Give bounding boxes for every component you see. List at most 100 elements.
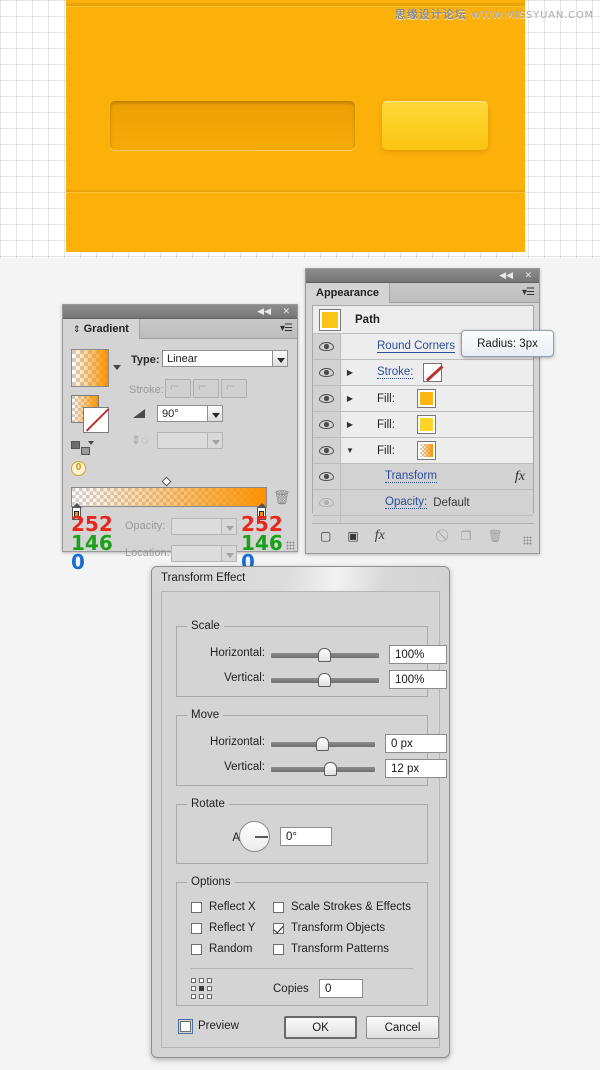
appearance-row-stroke[interactable]: ▶ Stroke: bbox=[313, 360, 533, 386]
random-checkbox[interactable] bbox=[191, 944, 202, 955]
opacity-link[interactable]: Opacity: bbox=[385, 496, 427, 509]
transform-link[interactable]: Transform bbox=[385, 470, 437, 483]
stroke-gradient-along-icon[interactable]: ⌐ bbox=[193, 379, 219, 398]
fill-gradient-swatch[interactable] bbox=[417, 441, 436, 460]
transform-objects-checkbox[interactable] bbox=[273, 923, 284, 934]
visibility-toggle[interactable] bbox=[313, 412, 341, 437]
disclosure-triangle-icon[interactable]: ▶ bbox=[341, 394, 359, 403]
panel-resize-grip[interactable] bbox=[286, 541, 295, 550]
copies-input[interactable]: 0 bbox=[319, 979, 363, 998]
move-horizontal-input[interactable]: 0 px bbox=[385, 734, 447, 753]
stroke-link[interactable]: Stroke: bbox=[377, 366, 413, 379]
collapse-icon[interactable]: ◀◀ bbox=[257, 306, 271, 318]
visibility-toggle[interactable] bbox=[313, 490, 341, 515]
delete-item-icon[interactable]: 🗑 bbox=[488, 529, 503, 543]
move-horizontal-slider-thumb[interactable] bbox=[316, 737, 329, 751]
reflect-x-checkbox[interactable] bbox=[191, 902, 202, 913]
yellow-button-shape[interactable] bbox=[382, 101, 488, 150]
scale-strokes-checkbox[interactable] bbox=[273, 902, 284, 913]
disclosure-triangle-icon[interactable]: ▶ bbox=[341, 420, 359, 429]
chevron-down-icon-small[interactable] bbox=[88, 441, 94, 445]
stroke-gradient-within-icon[interactable]: ⌐ bbox=[165, 379, 191, 398]
gradient-ramp[interactable] bbox=[71, 487, 267, 507]
angle-dial[interactable] bbox=[239, 821, 270, 852]
collapse-icon[interactable]: ◀◀ bbox=[499, 270, 513, 282]
fill-stroke-selector[interactable] bbox=[71, 395, 113, 435]
visibility-toggle[interactable] bbox=[313, 360, 341, 385]
scale-vertical-input[interactable]: 100% bbox=[389, 670, 447, 689]
stroke-gradient-across-icon[interactable]: ⌐ bbox=[221, 379, 247, 398]
transform-effect-dialog[interactable]: Transform Effect Scale Horizontal: 100% … bbox=[151, 566, 450, 1058]
panel-resize-grip[interactable] bbox=[523, 536, 532, 545]
appearance-panel[interactable]: ◀◀ ✕ Appearance ▾☰ Path Round Corners ▶ … bbox=[305, 268, 540, 554]
fill-swatch[interactable] bbox=[417, 415, 436, 434]
scale-horizontal-input[interactable]: 100% bbox=[389, 645, 447, 664]
preview-checkbox[interactable] bbox=[180, 1021, 191, 1032]
visibility-toggle[interactable] bbox=[313, 464, 341, 489]
tab-appearance[interactable]: Appearance bbox=[306, 283, 390, 303]
add-new-stroke-icon[interactable]: ▢ bbox=[320, 529, 331, 543]
linear-gradient-icon[interactable] bbox=[71, 441, 80, 449]
reflect-y-row[interactable]: Reflect Y bbox=[191, 922, 255, 934]
disclosure-triangle-icon[interactable]: ▶ bbox=[341, 368, 359, 377]
gradient-midpoint-handle[interactable] bbox=[162, 477, 172, 487]
visibility-toggle[interactable] bbox=[313, 438, 341, 463]
chevron-down-icon[interactable] bbox=[272, 350, 288, 367]
gradient-angle-input[interactable]: 90° bbox=[157, 405, 223, 422]
gradient-slider[interactable] bbox=[71, 487, 267, 507]
dialog-titlebar[interactable]: Transform Effect bbox=[152, 567, 449, 591]
ok-button[interactable]: OK bbox=[284, 1016, 357, 1039]
visibility-toggle[interactable] bbox=[313, 386, 341, 411]
close-icon[interactable]: ✕ bbox=[524, 270, 532, 282]
appearance-row-opacity-nested[interactable]: Opacity: Default bbox=[313, 490, 533, 516]
reflect-y-checkbox[interactable] bbox=[191, 923, 202, 934]
gradient-preview-swatch[interactable] bbox=[71, 349, 109, 387]
move-vertical-input[interactable]: 12 px bbox=[385, 759, 447, 778]
add-new-fill-icon[interactable]: ▣ bbox=[347, 529, 358, 543]
chevron-down-icon[interactable] bbox=[113, 365, 121, 370]
inset-search-field-shape[interactable] bbox=[110, 101, 355, 150]
appearance-panel-footer[interactable]: ▢ ▣ fx ⃠ ❐ 🗑 bbox=[312, 523, 534, 547]
appearance-row-transform[interactable]: Transform fx bbox=[313, 464, 533, 490]
gradient-panel-titlebar[interactable]: ◀◀ ✕ bbox=[63, 305, 297, 319]
reflect-x-row[interactable]: Reflect X bbox=[191, 901, 256, 913]
appearance-row-fill-3[interactable]: ▼ Fill: bbox=[313, 438, 533, 464]
appearance-row-fill-2[interactable]: ▶ Fill: bbox=[313, 412, 533, 438]
gradient-type-icons[interactable] bbox=[71, 441, 95, 457]
transform-patterns-checkbox[interactable] bbox=[273, 944, 284, 955]
preview-row[interactable]: Preview bbox=[180, 1020, 239, 1032]
visibility-toggle[interactable] bbox=[313, 334, 341, 359]
delete-stop-icon[interactable]: 🗑 bbox=[273, 489, 291, 506]
panel-menu-icon[interactable]: ▾☰ bbox=[280, 322, 293, 335]
add-new-effect-icon[interactable]: fx bbox=[375, 528, 385, 544]
transform-patterns-row[interactable]: Transform Patterns bbox=[273, 943, 389, 955]
appearance-panel-titlebar[interactable]: ◀◀ ✕ bbox=[306, 269, 539, 283]
scale-horizontal-slider-thumb[interactable] bbox=[318, 648, 331, 662]
disclosure-triangle-icon[interactable]: ▼ bbox=[341, 446, 359, 455]
fx-icon[interactable]: fx bbox=[515, 469, 525, 485]
cancel-button[interactable]: Cancel bbox=[366, 1016, 439, 1039]
gradient-panel[interactable]: ◀◀ ✕ ⇕ Gradient ▾☰ 0 Type: Linear Stroke… bbox=[62, 304, 298, 552]
round-corners-link[interactable]: Round Corners bbox=[377, 340, 455, 353]
radial-gradient-icon[interactable] bbox=[81, 447, 90, 455]
duplicate-item-icon[interactable]: ❐ bbox=[461, 529, 472, 543]
scale-strokes-row[interactable]: Scale Strokes & Effects bbox=[273, 901, 411, 913]
fill-swatch[interactable] bbox=[417, 389, 436, 408]
chevron-down-icon[interactable] bbox=[207, 405, 223, 422]
orange-banner-artwork[interactable] bbox=[66, 0, 525, 252]
reference-point-grid-icon[interactable] bbox=[191, 978, 213, 1000]
stroke-gradient-buttons[interactable]: ⌐ ⌐ ⌐ bbox=[165, 379, 249, 398]
stroke-none-swatch[interactable] bbox=[83, 407, 109, 433]
stroke-swatch[interactable] bbox=[423, 363, 442, 382]
close-icon[interactable]: ✕ bbox=[282, 306, 290, 318]
appearance-row-fill-1[interactable]: ▶ Fill: bbox=[313, 386, 533, 412]
panel-menu-icon[interactable]: ▾☰ bbox=[522, 286, 535, 299]
move-vertical-slider[interactable] bbox=[271, 767, 375, 772]
scale-vertical-slider-thumb[interactable] bbox=[318, 673, 331, 687]
move-vertical-slider-thumb[interactable] bbox=[324, 762, 337, 776]
angle-input[interactable]: 0° bbox=[280, 827, 332, 846]
tab-gradient[interactable]: ⇕ Gradient bbox=[63, 319, 140, 339]
gradient-type-select[interactable]: Linear bbox=[162, 350, 288, 367]
random-row[interactable]: Random bbox=[191, 943, 252, 955]
transform-objects-row[interactable]: Transform Objects bbox=[273, 922, 385, 934]
